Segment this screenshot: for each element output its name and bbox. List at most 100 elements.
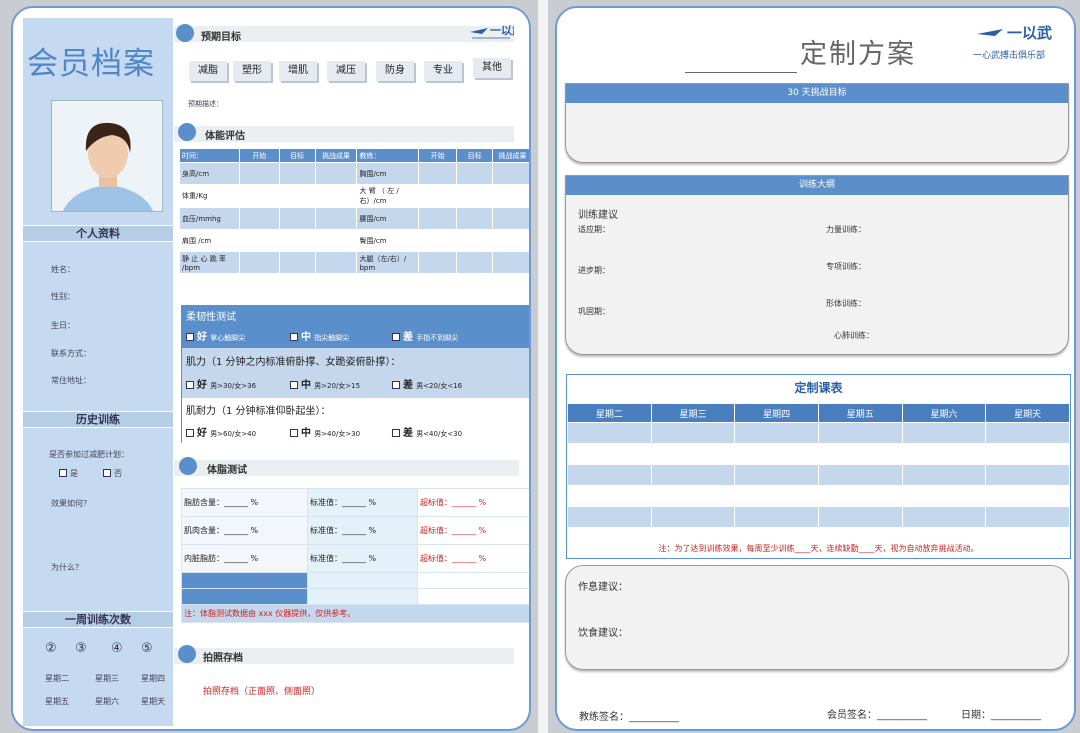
goal-muscle[interactable]: 增肌 — [279, 61, 317, 81]
fat-standard[interactable]: 标准值：______ % — [307, 488, 418, 517]
input-cell[interactable] — [492, 184, 529, 208]
schedule-cell[interactable] — [650, 464, 736, 486]
input-cell[interactable] — [492, 162, 529, 185]
schedule-cell[interactable] — [567, 464, 652, 486]
schedule-cell[interactable] — [567, 422, 652, 444]
input-cell[interactable] — [238, 229, 280, 252]
input-cell[interactable] — [456, 229, 494, 252]
day-sat[interactable]: 星期六 — [95, 696, 119, 707]
goal-fatloss[interactable]: 减脂 — [189, 61, 227, 81]
input-cell[interactable] — [314, 251, 358, 274]
day-tue[interactable]: 星期二 — [45, 673, 69, 684]
input-cell[interactable] — [492, 251, 529, 274]
fat-over[interactable]: 超标值：______ % — [417, 488, 529, 517]
day-wed[interactable]: 星期三 — [95, 673, 119, 684]
endurance-bad[interactable]: 差 男<40/女<30 — [392, 424, 462, 439]
day-sun[interactable]: 星期天 — [141, 696, 165, 707]
muscle-over[interactable]: 超标值：______ % — [417, 516, 529, 545]
schedule-cell[interactable] — [817, 443, 903, 465]
schedule-cell[interactable] — [734, 443, 819, 465]
day-thu[interactable]: 星期四 — [141, 673, 165, 684]
schedule-cell[interactable] — [567, 443, 652, 465]
muscle-standard[interactable]: 标准值：______ % — [307, 516, 418, 545]
muscle-content[interactable]: 肌肉含量：______ % — [181, 516, 308, 545]
day-fri[interactable]: 星期五 — [45, 696, 69, 707]
input-cell[interactable] — [418, 184, 458, 208]
input-cell[interactable] — [456, 207, 494, 230]
schedule-cell[interactable] — [567, 506, 652, 528]
flex-good[interactable]: 好 掌心触脚尖 — [186, 328, 245, 343]
goal-other[interactable]: 其他 — [473, 58, 511, 78]
schedule-cell[interactable] — [567, 485, 652, 507]
input-cell[interactable] — [418, 251, 458, 274]
endurance-good[interactable]: 好 男>60/女>40 — [186, 424, 256, 439]
schedule-cell[interactable] — [650, 422, 736, 444]
input-cell[interactable] — [278, 229, 316, 252]
schedule-cell[interactable] — [985, 443, 1070, 465]
schedule-cell[interactable] — [817, 485, 903, 507]
input-cell[interactable] — [418, 229, 458, 252]
count-5[interactable]: ⑤ — [141, 641, 153, 656]
fat-content[interactable]: 脂肪含量：______ % — [181, 488, 308, 517]
goal-defense[interactable]: 防身 — [376, 61, 414, 81]
schedule-cell[interactable] — [817, 464, 903, 486]
no-checkbox[interactable] — [103, 469, 111, 477]
input-cell[interactable] — [456, 251, 494, 274]
input-cell[interactable] — [278, 251, 316, 274]
goal-stress[interactable]: 减压 — [327, 61, 365, 81]
input-cell[interactable] — [238, 207, 280, 230]
input-cell[interactable] — [314, 207, 358, 230]
schedule-cell[interactable] — [734, 485, 819, 507]
schedule-cell[interactable] — [817, 422, 903, 444]
flex-bad[interactable]: 差 手指不到脚尖 — [392, 328, 458, 343]
goal-pro[interactable]: 专业 — [424, 61, 462, 81]
strength-mid[interactable]: 中 男>20/女>15 — [290, 376, 360, 391]
input-cell[interactable] — [456, 184, 494, 208]
input-cell[interactable] — [492, 229, 529, 252]
flex-mid[interactable]: 中 指尖触脚尖 — [290, 328, 349, 343]
visceral-over[interactable]: 超标值：______ % — [417, 544, 529, 573]
schedule-cell[interactable] — [985, 422, 1070, 444]
input-cell[interactable] — [456, 162, 494, 185]
schedule-cell[interactable] — [817, 506, 903, 528]
input-cell[interactable] — [418, 162, 458, 185]
member-signature[interactable]: 会员签名：__________ — [827, 706, 927, 721]
input-cell[interactable] — [418, 207, 458, 230]
strength-good[interactable]: 好 男>30/女>36 — [186, 376, 256, 391]
input-cell[interactable] — [314, 162, 358, 185]
visceral-content[interactable]: 内脏脂肪：______ % — [181, 544, 308, 573]
schedule-cell[interactable] — [985, 485, 1070, 507]
input-cell[interactable] — [278, 184, 316, 208]
yes-option[interactable]: 是 — [59, 468, 78, 479]
schedule-cell[interactable] — [901, 422, 987, 444]
visceral-standard[interactable]: 标准值：______ % — [307, 544, 418, 573]
no-option[interactable]: 否 — [103, 468, 122, 479]
schedule-cell[interactable] — [734, 464, 819, 486]
goal-shaping[interactable]: 塑形 — [233, 61, 271, 81]
endurance-mid[interactable]: 中 男>40/女>30 — [290, 424, 360, 439]
input-cell[interactable] — [314, 229, 358, 252]
date-field[interactable]: 日期：__________ — [961, 706, 1041, 721]
count-2[interactable]: ② — [45, 641, 57, 656]
count-4[interactable]: ④ — [111, 641, 123, 656]
count-3[interactable]: ③ — [75, 641, 87, 656]
schedule-cell[interactable] — [901, 506, 987, 528]
schedule-cell[interactable] — [734, 506, 819, 528]
schedule-cell[interactable] — [650, 485, 736, 507]
schedule-cell[interactable] — [901, 464, 987, 486]
input-cell[interactable] — [238, 251, 280, 274]
schedule-cell[interactable] — [650, 443, 736, 465]
schedule-cell[interactable] — [985, 506, 1070, 528]
input-cell[interactable] — [238, 184, 280, 208]
input-cell[interactable] — [278, 207, 316, 230]
yes-checkbox[interactable] — [59, 469, 67, 477]
schedule-cell[interactable] — [734, 422, 819, 444]
schedule-cell[interactable] — [901, 485, 987, 507]
input-cell[interactable] — [492, 207, 529, 230]
strength-bad[interactable]: 差 男<20/女<16 — [392, 376, 462, 391]
input-cell[interactable] — [278, 162, 316, 185]
schedule-cell[interactable] — [901, 443, 987, 465]
input-cell[interactable] — [238, 162, 280, 185]
schedule-cell[interactable] — [985, 464, 1070, 486]
schedule-cell[interactable] — [650, 506, 736, 528]
